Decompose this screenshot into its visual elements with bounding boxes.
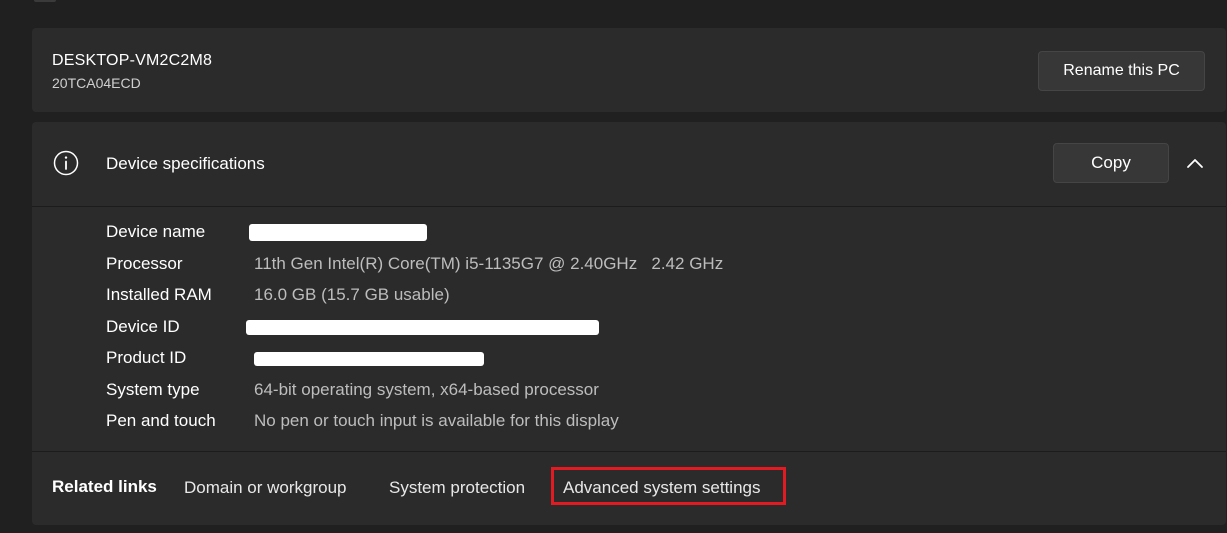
divider bbox=[32, 451, 1226, 452]
spec-value: 16.0 GB (15.7 GB usable) bbox=[254, 285, 450, 304]
spec-label: Device name bbox=[106, 222, 206, 241]
device-specifications-header[interactable]: Device specifications Copy bbox=[32, 122, 1226, 206]
rename-pc-button[interactable]: Rename this PC bbox=[1038, 51, 1205, 91]
divider bbox=[32, 206, 1226, 207]
spec-value: 64-bit operating system, x64-based proce… bbox=[254, 380, 599, 399]
top-fragment bbox=[34, 0, 56, 2]
spec-row-processor: Processor 11th Gen Intel(R) Core(TM) i5-… bbox=[106, 254, 1106, 278]
pc-model: 20TCA04ECD bbox=[52, 75, 141, 91]
spec-label: Installed RAM bbox=[106, 285, 212, 304]
redaction-mark bbox=[254, 352, 484, 366]
spec-row-device-id: Device ID bbox=[106, 317, 1106, 341]
spec-row-device-name: Device name bbox=[106, 222, 1106, 246]
spec-row-system-type: System type 64-bit operating system, x64… bbox=[106, 380, 1106, 404]
spec-label: Pen and touch bbox=[106, 411, 216, 430]
highlight-box bbox=[551, 467, 786, 505]
spec-value: No pen or touch input is available for t… bbox=[254, 411, 619, 430]
section-title: Device specifications bbox=[106, 154, 265, 173]
copy-button[interactable]: Copy bbox=[1053, 143, 1169, 183]
spec-label: Processor bbox=[106, 254, 183, 273]
related-links-title: Related links bbox=[52, 477, 157, 496]
pc-name: DESKTOP-VM2C2M8 bbox=[52, 52, 213, 69]
spec-row-pen-and-touch: Pen and touch No pen or touch input is a… bbox=[106, 411, 1106, 435]
domain-or-workgroup-link[interactable]: Domain or workgroup bbox=[184, 478, 347, 498]
spec-label: Product ID bbox=[106, 348, 187, 367]
spec-row-installed-ram: Installed RAM 16.0 GB (15.7 GB usable) bbox=[106, 285, 1106, 309]
pc-name-card: DESKTOP-VM2C2M8 20TCA04ECD Rename this P… bbox=[32, 28, 1226, 112]
spec-label: Device ID bbox=[106, 317, 180, 336]
info-icon bbox=[53, 150, 79, 176]
spec-row-product-id: Product ID bbox=[106, 348, 1106, 372]
spec-value: 11th Gen Intel(R) Core(TM) i5-1135G7 @ 2… bbox=[254, 254, 724, 273]
spec-label: System type bbox=[106, 380, 200, 399]
chevron-up-icon[interactable] bbox=[1182, 152, 1208, 174]
redaction-mark bbox=[246, 320, 599, 335]
device-specifications-card: Device specifications Copy Device name P… bbox=[32, 122, 1226, 525]
redaction-mark bbox=[249, 224, 427, 241]
system-protection-link[interactable]: System protection bbox=[389, 478, 525, 498]
